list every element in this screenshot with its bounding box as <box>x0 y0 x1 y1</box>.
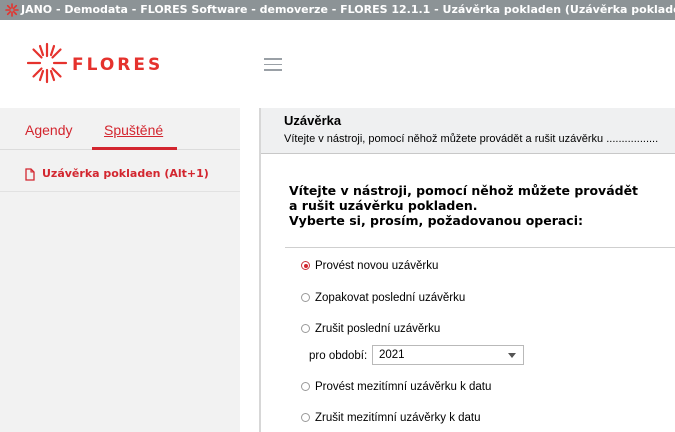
sidebar-item-label: Uzávěrka pokladen (Alt+1) <box>42 167 209 180</box>
tab-agendy[interactable]: Agendy <box>25 122 72 138</box>
sidebar: Agendy Spuštěné Uzávěrka pokladen (Alt+1… <box>0 108 240 432</box>
option-label: Zrušit mezitímní uzávěrky k datu <box>315 412 481 424</box>
tab-spustene[interactable]: Spuštěné <box>104 122 163 138</box>
page-subtitle: Vítejte v nástroji, pomocí něhož můžete … <box>284 133 659 145</box>
window-title-bar: JANO - Demodata - FLORES Software - demo… <box>0 0 675 20</box>
option-zopakovat-posledni-uzaverku[interactable]: Zopakovat poslední uzávěrku <box>301 292 465 304</box>
option-provest-novou-uzaverku[interactable]: Provést novou uzávěrku <box>301 260 438 272</box>
intro-line: Vítejte v nástroji, pomocí něhož můžete … <box>289 183 639 198</box>
option-zrusit-posledni-uzaverku[interactable]: Zrušit poslední uzávěrku <box>301 323 440 335</box>
option-provest-mezitimni-uzaverku[interactable]: Provést mezitímní uzávěrku k datu <box>301 381 491 393</box>
flores-app-icon <box>5 3 19 17</box>
intro-line: Vyberte si, prosím, požadovanou operaci: <box>289 213 584 228</box>
wizard-header: Uzávěrka Vítejte v nástroji, pomocí něho… <box>261 108 675 154</box>
window-title: JANO - Demodata - FLORES Software - demo… <box>21 3 675 16</box>
sidebar-item-uzaverka-pokladen[interactable]: Uzávěrka pokladen (Alt+1) <box>0 164 240 192</box>
intro-line: a rušit uzávěrku pokladen. <box>289 198 478 213</box>
option-label: Provést novou uzávěrku <box>315 260 439 272</box>
intro-text: Vítejte v nástroji, pomocí něhož můžete … <box>289 183 669 228</box>
app-header: FLORES <box>0 20 675 108</box>
page-title: Uzávěrka <box>284 113 342 128</box>
option-label: Zopakovat poslední uzávěrku <box>315 292 466 304</box>
chevron-down-icon <box>508 353 516 358</box>
option-label: Zrušit poslední uzávěrku <box>315 323 441 335</box>
hamburger-menu-icon[interactable] <box>264 58 282 72</box>
sidebar-tabs: Agendy Spuštěné <box>0 108 240 150</box>
section-divider <box>285 247 675 248</box>
radio-checked-icon[interactable] <box>301 261 310 270</box>
period-select[interactable]: 2021 <box>372 345 524 365</box>
main-content: Uzávěrka Vítejte v nástroji, pomocí něho… <box>261 108 675 432</box>
radio-icon[interactable] <box>301 382 310 391</box>
header-divider <box>261 153 675 154</box>
option-zrusit-mezitimni-uzaverky[interactable]: Zrušit mezitímní uzávěrky k datu <box>301 412 481 424</box>
radio-icon[interactable] <box>301 413 310 422</box>
radio-icon[interactable] <box>301 324 310 333</box>
active-tab-indicator <box>92 147 177 150</box>
panel-gap <box>240 108 259 432</box>
svg-text:FLORES: FLORES <box>72 55 163 75</box>
radio-icon[interactable] <box>301 293 310 302</box>
document-icon <box>25 168 35 181</box>
flores-logo: FLORES <box>27 42 163 84</box>
period-value: 2021 <box>379 349 405 361</box>
option-label: Provést mezitímní uzávěrku k datu <box>315 381 492 393</box>
period-label: pro období: <box>309 350 368 362</box>
